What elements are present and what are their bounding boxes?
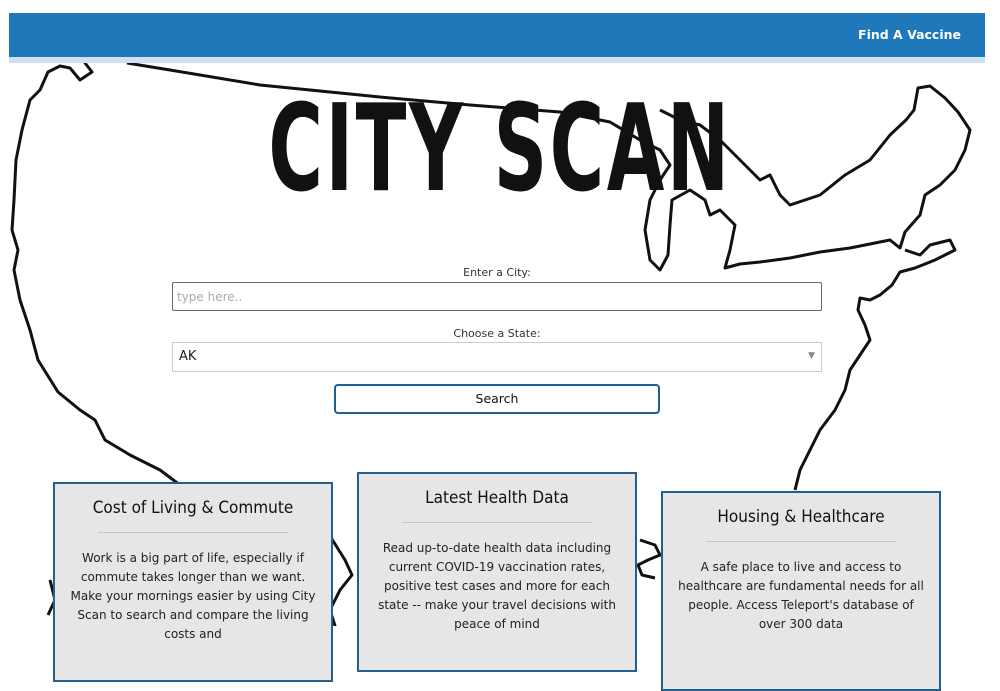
find-vaccine-link[interactable]: Find A Vaccine <box>858 27 961 42</box>
city-label: Enter a City: <box>463 266 531 279</box>
card-body: Work is a big part of life, especially i… <box>70 551 316 641</box>
state-select[interactable]: AK ▼ <box>172 342 822 372</box>
card-body: Read up-to-date health data including cu… <box>378 541 616 631</box>
card-divider <box>706 541 896 542</box>
card-cost-of-living: Cost of Living & Commute Work is a big p… <box>53 482 333 682</box>
card-title: Housing & Healthcare <box>717 507 885 527</box>
chevron-down-icon: ▼ <box>808 351 815 361</box>
page-title: CITY SCAN <box>268 80 732 219</box>
card-title: Cost of Living & Commute <box>92 498 294 518</box>
card-body: A safe place to live and access to healt… <box>678 560 924 631</box>
card-divider <box>98 532 288 533</box>
search-button[interactable]: Search <box>334 384 660 414</box>
top-navbar: Find A Vaccine <box>9 13 985 57</box>
card-title: Latest Health Data <box>425 488 569 508</box>
city-input[interactable] <box>172 282 822 311</box>
card-housing-healthcare: Housing & Healthcare A safe place to liv… <box>661 491 941 691</box>
state-selected-value: AK <box>179 349 197 364</box>
card-health-data: Latest Health Data Read up-to-date healt… <box>357 472 637 672</box>
state-label: Choose a State: <box>453 327 541 340</box>
navbar-underline <box>9 57 985 63</box>
card-divider <box>402 522 592 523</box>
